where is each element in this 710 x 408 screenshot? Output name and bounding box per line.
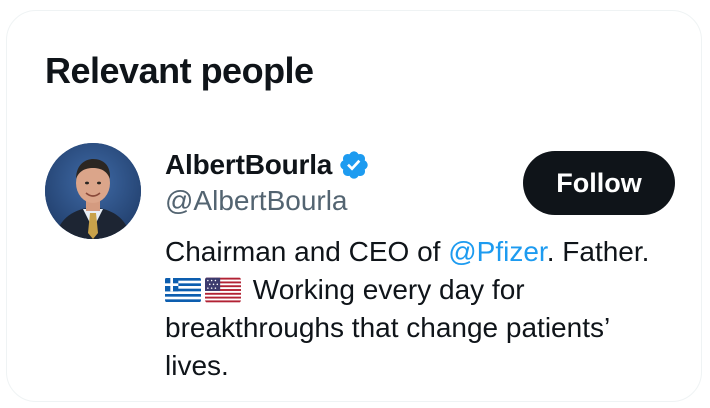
display-name[interactable]: AlbertBourla	[165, 147, 332, 183]
relevant-people-card: Relevant people AlbertBourla @AlbertBour…	[6, 10, 702, 402]
avatar-image	[45, 143, 141, 239]
bio-line-3: breakthroughs that change patients’	[165, 312, 611, 343]
usa-flag-icon	[205, 277, 241, 303]
verified-badge-icon	[338, 149, 370, 181]
user-info: AlbertBourla @AlbertBourla	[165, 147, 370, 219]
avatar[interactable]	[45, 143, 141, 239]
mention-link[interactable]: @Pfizer	[448, 236, 546, 267]
bio-line-4: lives.	[165, 350, 229, 381]
name-row: AlbertBourla	[165, 147, 370, 183]
bio-line-1: Chairman and CEO of @Pfizer. Father.	[165, 233, 685, 271]
bio-line-2: Working every day for	[165, 271, 685, 309]
bio-text: Working every day for	[245, 274, 525, 305]
user-handle[interactable]: @AlbertBourla	[165, 183, 370, 219]
bio-text: . Father.	[546, 236, 650, 267]
section-title: Relevant people	[45, 50, 314, 91]
user-bio: Chairman and CEO of @Pfizer. Father. Wor…	[165, 233, 685, 385]
greece-flag-icon	[165, 277, 201, 303]
follow-button[interactable]: Follow	[523, 151, 675, 215]
bio-text: Chairman and CEO of	[165, 236, 449, 267]
